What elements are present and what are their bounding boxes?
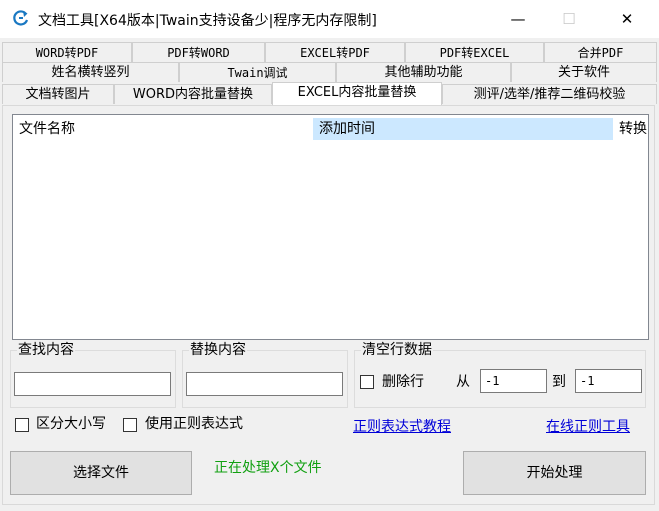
tab-panel: 文件名称 添加时间 转换 查找内容 替换内容 清空行数据 删除行 从 到 区分大… <box>2 105 655 505</box>
title-bar: 文档工具[X64版本|Twain支持设备少|程序无内存限制] — ☐ ✕ <box>0 0 659 38</box>
tab-twain-debug[interactable]: Twain调试 <box>179 62 336 82</box>
find-input[interactable] <box>14 372 171 396</box>
delete-rows-label: 删除行 <box>382 374 424 390</box>
to-input[interactable] <box>575 369 642 393</box>
to-label: 到 <box>552 374 566 390</box>
tab-word-to-pdf[interactable]: WORD转PDF <box>2 42 132 62</box>
delete-rows-checkbox[interactable] <box>360 375 374 389</box>
replace-group: 替换内容 <box>182 341 348 408</box>
find-label: 查找内容 <box>17 341 75 359</box>
online-regex-tool-link[interactable]: 在线正则工具 <box>546 418 630 436</box>
tab-pdf-to-excel[interactable]: PDF转EXCEL <box>405 42 544 62</box>
regex-tutorial-link[interactable]: 正则表达式教程 <box>353 418 451 436</box>
column-added-time[interactable]: 添加时间 <box>313 118 613 140</box>
from-input[interactable] <box>480 369 547 393</box>
use-regex-checkbox[interactable] <box>123 418 137 432</box>
status-text: 正在处理X个文件 <box>214 460 322 476</box>
window-title: 文档工具[X64版本|Twain支持设备少|程序无内存限制] <box>38 13 377 29</box>
tab-doc-to-image[interactable]: 文档转图片 <box>2 84 114 104</box>
start-processing-button[interactable]: 开始处理 <box>463 451 646 495</box>
close-button[interactable]: ✕ <box>604 0 650 38</box>
tab-pdf-to-word[interactable]: PDF转WORD <box>132 42 265 62</box>
clear-rows-group: 清空行数据 删除行 从 到 <box>354 341 646 408</box>
tab-other-tools[interactable]: 其他辅助功能 <box>336 62 511 82</box>
find-group: 查找内容 <box>10 341 176 408</box>
tab-excel-to-pdf[interactable]: EXCEL转PDF <box>265 42 405 62</box>
tab-qrcode-verify[interactable]: 测评/选举/推荐二维码校验 <box>442 84 657 104</box>
app-refresh-icon <box>13 10 29 26</box>
case-sensitive-checkbox[interactable] <box>15 418 29 432</box>
column-file-name[interactable]: 文件名称 <box>13 118 313 140</box>
case-sensitive-label: 区分大小写 <box>36 416 106 432</box>
tab-excel-batch-replace[interactable]: EXCEL内容批量替换 <box>272 82 442 105</box>
replace-label: 替换内容 <box>189 341 247 359</box>
use-regex-label: 使用正则表达式 <box>145 416 243 432</box>
tab-name-horizontal-to-vertical[interactable]: 姓名横转竖列 <box>2 62 179 82</box>
tab-about[interactable]: 关于软件 <box>511 62 657 82</box>
file-list[interactable]: 文件名称 添加时间 转换 <box>12 114 649 340</box>
column-convert[interactable]: 转换 <box>613 118 648 140</box>
select-files-button[interactable]: 选择文件 <box>10 451 192 495</box>
clear-rows-label: 清空行数据 <box>361 341 433 359</box>
from-label: 从 <box>456 374 470 390</box>
tab-word-batch-replace[interactable]: WORD内容批量替换 <box>114 84 272 104</box>
tab-merge-pdf[interactable]: 合并PDF <box>544 42 657 62</box>
maximize-button[interactable]: ☐ <box>546 0 592 38</box>
minimize-button[interactable]: — <box>495 0 541 38</box>
replace-input[interactable] <box>186 372 343 396</box>
